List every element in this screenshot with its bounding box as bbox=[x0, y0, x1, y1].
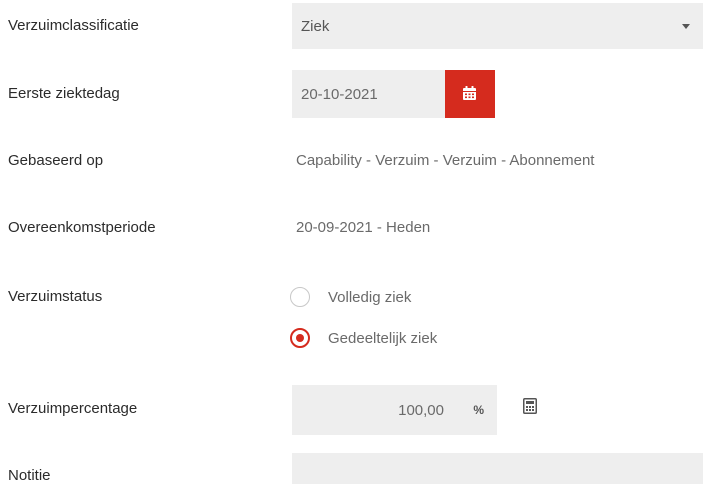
first-sick-day-input[interactable]: 20-10-2021 bbox=[292, 70, 445, 118]
absence-percentage-value: 100,00 bbox=[398, 402, 444, 419]
radio-option-label: Volledig ziek bbox=[328, 288, 412, 306]
absence-classification-value: Ziek bbox=[301, 18, 330, 35]
absence-form: Verzuimclassificatie Ziek Eerste ziekted… bbox=[0, 0, 703, 484]
percent-unit: % bbox=[473, 403, 484, 417]
calculator-button[interactable] bbox=[521, 397, 539, 417]
based-on-label: Gebaseerd op bbox=[8, 152, 104, 169]
date-picker-button[interactable] bbox=[445, 70, 495, 118]
absence-status-label: Verzuimstatus bbox=[8, 288, 103, 305]
chevron-down-icon bbox=[682, 24, 690, 29]
first-sick-day-label: Eerste ziektedag bbox=[8, 85, 120, 102]
calendar-icon bbox=[463, 86, 476, 100]
absence-percentage-input[interactable]: 100,00 % bbox=[292, 385, 497, 435]
agreement-period-value: 20-09-2021 - Heden bbox=[296, 219, 431, 236]
absence-percentage-label: Verzuimpercentage bbox=[8, 400, 138, 417]
note-textarea[interactable] bbox=[292, 453, 703, 484]
absence-classification-label: Verzuimclassificatie bbox=[8, 17, 139, 34]
note-label: Notitie bbox=[8, 467, 51, 484]
radio-option-label: Gedeeltelijk ziek bbox=[328, 329, 438, 347]
calculator-icon bbox=[523, 397, 537, 414]
radio-button[interactable] bbox=[290, 287, 310, 307]
absence-classification-select[interactable]: Ziek bbox=[292, 3, 703, 49]
agreement-period-label: Overeenkomstperiode bbox=[8, 219, 156, 236]
radio-option-gedeeltelijk-ziek[interactable]: Gedeeltelijk ziek bbox=[290, 328, 437, 348]
radio-button-selected[interactable] bbox=[290, 328, 310, 348]
based-on-value: Capability - Verzuim - Verzuim - Abonnem… bbox=[296, 152, 595, 169]
radio-option-volledig-ziek[interactable]: Volledig ziek bbox=[290, 287, 411, 307]
first-sick-day-value: 20-10-2021 bbox=[301, 86, 378, 103]
